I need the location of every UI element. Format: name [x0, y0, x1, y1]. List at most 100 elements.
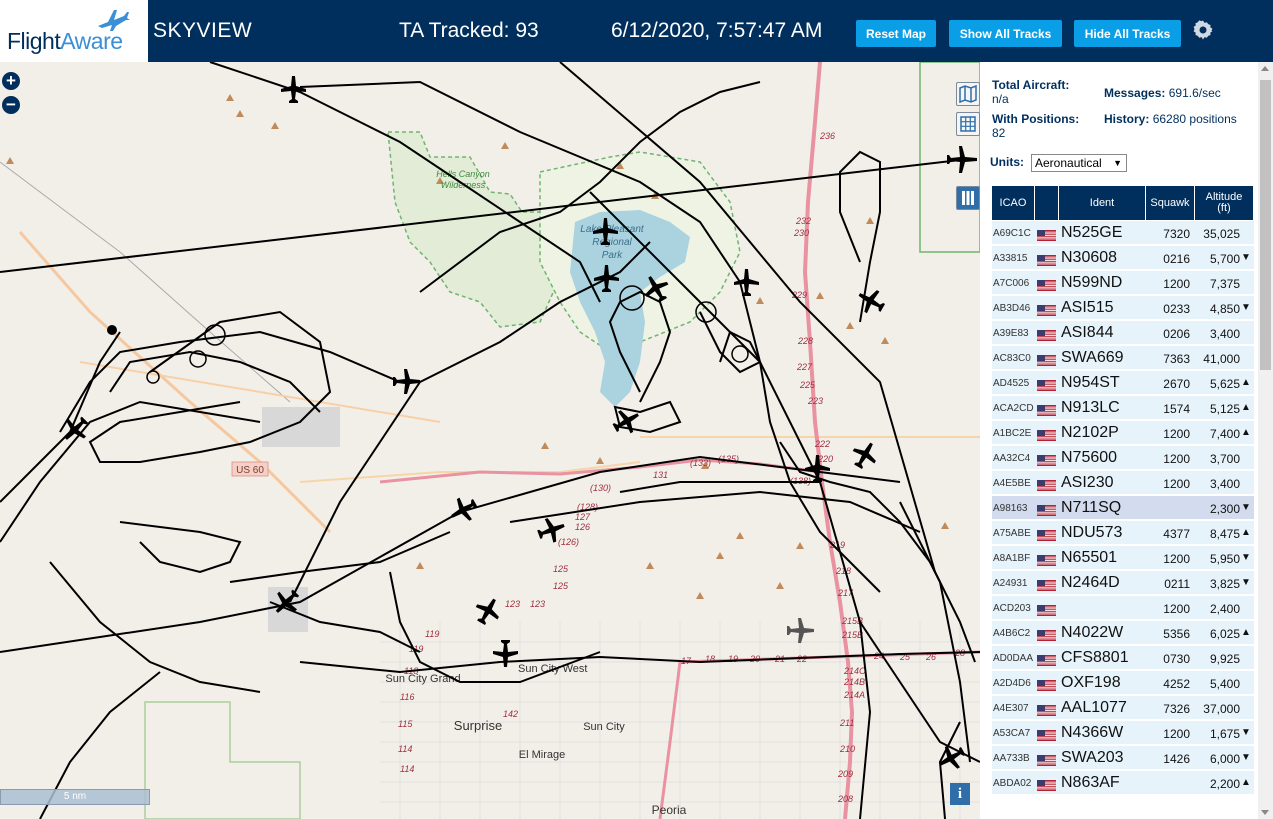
table-row[interactable]: AD4525 N954ST 2670 5,625 ▲ [992, 371, 1254, 395]
row-icao: ACA2CD [993, 403, 1034, 414]
grid-toggle-button[interactable] [956, 112, 980, 136]
svg-text:214A: 214A [843, 690, 865, 700]
svg-text:209: 209 [837, 769, 853, 779]
scroll-up-arrow-icon[interactable] [1261, 66, 1269, 71]
scale-bar: 5 nm [0, 789, 150, 805]
row-squawk: 1200 [1163, 277, 1190, 291]
row-ident: N954ST [1061, 374, 1120, 391]
table-row[interactable]: A98163 N711SQ 2,300 ▼ [992, 496, 1254, 520]
table-row[interactable]: AA733B SWA203 1426 6,000 ▼ [992, 746, 1254, 770]
reset-map-button[interactable]: Reset Map [856, 20, 936, 47]
row-altitude: 3,400 [1209, 327, 1240, 341]
grid-icon [960, 116, 976, 132]
column-header-squawk[interactable]: Squawk [1146, 186, 1195, 220]
svg-text:Peoria: Peoria [652, 803, 687, 817]
scrollbar-thumb[interactable] [1260, 80, 1271, 370]
altitude-trend-icon: ▲ [1241, 402, 1251, 413]
svg-text:Sun City: Sun City [583, 721, 625, 733]
svg-text:US 60: US 60 [236, 465, 264, 476]
svg-text:214C: 214C [843, 666, 866, 676]
logo-flight-text: Flight [7, 28, 61, 54]
gear-icon[interactable] [1191, 18, 1215, 42]
row-ident: N2102P [1061, 424, 1119, 441]
table-row[interactable]: A69C1C N525GE 7320 35,025 [992, 221, 1254, 245]
scroll-down-arrow-icon[interactable] [1261, 810, 1269, 815]
table-row[interactable]: ACA2CD N913LC 1574 5,125 ▲ [992, 396, 1254, 420]
table-row[interactable]: A4E5BE ASI230 1200 3,400 [992, 471, 1254, 495]
table-row[interactable]: A4E307 AAL1077 7326 37,000 [992, 696, 1254, 720]
table-row[interactable]: A2D4D6 OXF198 4252 5,400 [992, 671, 1254, 695]
us-flag-icon [1037, 503, 1056, 516]
map-view[interactable]: Hells Canyon Wilderness Lake Pleasant Re… [0, 62, 980, 819]
table-row[interactable]: A39E83 ASI844 0206 3,400 [992, 321, 1254, 345]
zoom-out-button[interactable]: − [2, 96, 20, 114]
table-row[interactable]: AA32C4 N75600 1200 3,700 [992, 446, 1254, 470]
row-icao: AA32C4 [993, 453, 1031, 464]
altitude-trend-icon: ▲ [1241, 427, 1251, 438]
row-icao: A39E83 [993, 328, 1029, 339]
show-all-tracks-button[interactable]: Show All Tracks [949, 20, 1062, 47]
table-row[interactable]: A8A1BF N65501 1200 5,950 ▼ [992, 546, 1254, 570]
table-row[interactable]: ABDA02 N863AF 2,200 ▲ [992, 771, 1254, 795]
altitude-trend-icon: ▲ [1241, 627, 1251, 638]
hide-all-tracks-button[interactable]: Hide All Tracks [1074, 20, 1181, 47]
svg-text:215B: 215B [841, 630, 863, 640]
table-row[interactable]: AB3D46 ASI515 0233 4,850 ▼ [992, 296, 1254, 320]
row-altitude: 3,825 [1209, 577, 1240, 591]
table-row[interactable]: ACD203 1200 2,400 [992, 596, 1254, 620]
us-flag-icon [1037, 528, 1056, 541]
messages-label: Messages: [1104, 86, 1166, 100]
us-flag-icon [1037, 553, 1056, 566]
svg-text:125: 125 [553, 564, 569, 574]
us-flag-icon [1037, 403, 1056, 416]
row-altitude: 3,700 [1209, 452, 1240, 466]
map-layers-button[interactable] [956, 82, 980, 106]
us-flag-icon [1037, 378, 1056, 391]
row-ident: N30608 [1061, 249, 1118, 266]
row-icao: A2D4D6 [993, 678, 1031, 689]
row-icao: A69C1C [993, 228, 1031, 239]
row-icao: AD0DAA [993, 653, 1034, 664]
row-icao: A4B6C2 [993, 628, 1031, 639]
table-row[interactable]: A4B6C2 N4022W 5356 6,025 ▲ [992, 621, 1254, 645]
svg-text:127: 127 [575, 512, 591, 522]
table-row[interactable]: A24931 N2464D 0211 3,825 ▼ [992, 571, 1254, 595]
svg-text:225: 225 [799, 380, 816, 390]
column-header-icao[interactable]: ICAO [992, 186, 1035, 220]
svg-text:El Mirage: El Mirage [519, 749, 565, 761]
tracked-count: TA Tracked: 93 [399, 19, 539, 42]
row-altitude: 5,625 [1209, 377, 1240, 391]
table-row[interactable]: A53CA7 N4366W 1200 1,675 ▼ [992, 721, 1254, 745]
row-ident: ASI515 [1061, 299, 1114, 316]
table-row[interactable]: AD0DAA CFS8801 0730 9,925 [992, 646, 1254, 670]
info-button[interactable]: i [950, 783, 970, 805]
svg-text:211: 211 [839, 718, 854, 728]
with-positions-label: With Positions: [992, 112, 1080, 126]
altitude-trend-icon: ▼ [1241, 752, 1251, 763]
svg-text:116: 116 [400, 692, 414, 702]
units-select[interactable]: Aeronautical ▼ [1031, 154, 1127, 172]
row-icao: AC83C0 [993, 353, 1031, 364]
zoom-in-button[interactable]: + [2, 72, 20, 90]
column-header-altitude[interactable]: Altitude (ft) [1195, 186, 1254, 220]
flightaware-logo[interactable]: FlightAware [0, 0, 148, 62]
column-header-flag[interactable] [1035, 186, 1059, 220]
row-altitude: 35,025 [1203, 227, 1240, 241]
row-altitude: 5,125 [1209, 402, 1240, 416]
table-row[interactable]: A7C006 N599ND 1200 7,375 [992, 271, 1254, 295]
columns-toggle-button[interactable] [956, 186, 980, 210]
row-icao: A4E5BE [993, 478, 1031, 489]
sidebar-scrollbar[interactable] [1258, 62, 1273, 819]
row-squawk: 1200 [1163, 552, 1190, 566]
column-header-ident[interactable]: Ident [1059, 186, 1146, 220]
us-flag-icon [1037, 228, 1056, 241]
units-selected-value: Aeronautical [1035, 156, 1102, 170]
us-flag-icon [1037, 278, 1056, 291]
table-row[interactable]: A1BC2E N2102P 1200 7,400 ▲ [992, 421, 1254, 445]
table-row[interactable]: A33815 N30608 0216 5,700 ▼ [992, 246, 1254, 270]
svg-text:125: 125 [553, 581, 569, 591]
table-row[interactable]: AC83C0 SWA669 7363 41,000 [992, 346, 1254, 370]
altitude-trend-icon: ▲ [1241, 527, 1251, 538]
altitude-trend-icon: ▲ [1241, 377, 1251, 388]
table-row[interactable]: A75ABE NDU573 4377 8,475 ▲ [992, 521, 1254, 545]
